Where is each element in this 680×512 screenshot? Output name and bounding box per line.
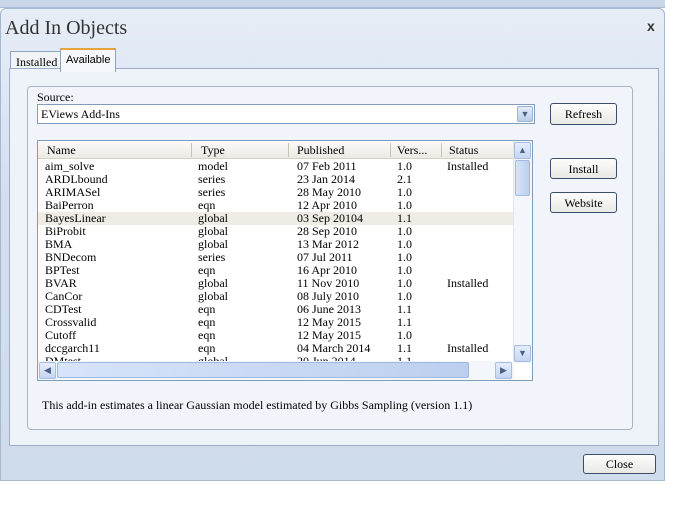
column-header-status[interactable]: Status [449, 143, 478, 158]
column-header-type[interactable]: Type [201, 143, 225, 158]
source-group: Source: EViews Add-Ins ▼ Name Type Publi… [27, 86, 633, 430]
column-header-name[interactable]: Name [47, 143, 76, 158]
table-row[interactable]: BPTest eqn 16 Apr 2010 1.0 [38, 264, 514, 277]
close-icon[interactable]: x [647, 18, 655, 34]
install-button[interactable]: Install [550, 158, 617, 179]
vertical-scroll-thumb[interactable] [515, 160, 530, 196]
table-row[interactable]: BaiPerron eqn 12 Apr 2010 1.0 [38, 199, 514, 212]
source-select[interactable]: EViews Add-Ins ▼ [37, 104, 535, 124]
table-row[interactable]: CanCor global 08 July 2010 1.0 [38, 290, 514, 303]
refresh-button[interactable]: Refresh [550, 103, 617, 125]
table-row[interactable]: BayesLinear global 03 Sep 20104 1.1 [38, 212, 514, 225]
column-header-published[interactable]: Published [297, 143, 344, 158]
scroll-down-icon[interactable]: ▼ [514, 345, 531, 362]
cell-status: Installed [447, 159, 489, 173]
table-row[interactable]: CDTest eqn 06 June 2013 1.1 [38, 303, 514, 316]
add-in-objects-dialog: Add In Objects x Installed Available Sou… [0, 8, 665, 481]
website-button[interactable]: Website [550, 192, 617, 213]
source-value: EViews Add-Ins [41, 107, 120, 121]
table-row[interactable]: aim_solve model 07 Feb 2011 1.0 Installed [38, 160, 514, 173]
horizontal-scrollbar[interactable]: ◀ ▶ [38, 361, 514, 380]
table-row[interactable]: Crossvalid eqn 12 May 2015 1.1 [38, 316, 514, 329]
table-row[interactable]: Cutoff eqn 12 May 2015 1.0 [38, 329, 514, 342]
scroll-right-icon[interactable]: ▶ [495, 362, 512, 379]
source-label: Source: [37, 90, 74, 104]
table-row[interactable]: ARDLbound series 23 Jan 2014 2.1 [38, 173, 514, 186]
list-header: Name Type Published Vers... Status [38, 141, 514, 159]
horizontal-scroll-thumb[interactable] [57, 362, 469, 378]
available-panel: Source: EViews Add-Ins ▼ Name Type Publi… [9, 68, 659, 446]
window-top-edge [0, 0, 665, 8]
table-row[interactable]: BMA global 13 Mar 2012 1.0 [38, 238, 514, 251]
scroll-up-icon[interactable]: ▲ [514, 142, 531, 159]
table-row[interactable]: BVAR global 11 Nov 2010 1.0 Installed [38, 277, 514, 290]
scroll-left-icon[interactable]: ◀ [39, 362, 56, 379]
tab-available[interactable]: Available [60, 48, 117, 72]
addin-description: This add-in estimates a linear Gaussian … [42, 398, 473, 412]
cell-status: Installed [447, 341, 489, 355]
dialog-title: Add In Objects [5, 17, 128, 39]
list-rows: aim_solve model 07 Feb 2011 1.0 Installed ARD… [38, 160, 514, 368]
addin-list[interactable]: Name Type Published Vers... Status aim_s… [37, 140, 533, 381]
vertical-scrollbar[interactable]: ▲ ▼ [513, 141, 532, 363]
table-row[interactable]: BiProbit global 28 Sep 2010 1.0 [38, 225, 514, 238]
table-row[interactable]: dccgarch11 eqn 04 March 2014 1.1 Installed [38, 342, 514, 355]
table-row[interactable]: ARIMASel series 28 May 2010 1.0 [38, 186, 514, 199]
table-row[interactable]: BNDecom series 07 Jul 2011 1.0 [38, 251, 514, 264]
close-button[interactable]: Close [583, 454, 656, 474]
column-header-version[interactable]: Vers... [397, 143, 427, 158]
chevron-down-icon[interactable]: ▼ [517, 106, 533, 122]
cell-status: Installed [447, 276, 489, 290]
